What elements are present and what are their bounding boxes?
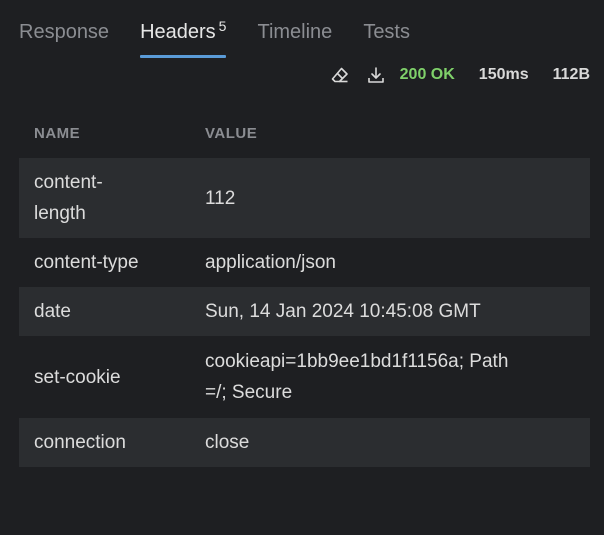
response-panel: Response Headers 5 Timeline Tests 200 OK … <box>0 0 604 535</box>
column-header-name: NAME <box>34 124 81 142</box>
table-row: date Sun, 14 Jan 2024 10:45:08 GMT <box>19 287 590 336</box>
table-row: connection close <box>19 418 590 467</box>
response-time: 150ms <box>478 66 529 83</box>
header-name: set-cookie <box>34 366 121 388</box>
column-header-value: VALUE <box>205 124 258 142</box>
header-name: connection <box>19 418 190 467</box>
table-header-row: NAME VALUE <box>19 110 590 158</box>
header-name: content-type <box>34 252 139 273</box>
header-name-text: content-length <box>34 172 103 224</box>
header-value: close <box>190 418 590 467</box>
status-code: 200 OK <box>399 66 455 83</box>
header-name: date <box>19 287 190 336</box>
header-value: cookieapi=1bb9ee1bd1f1156a; Path =/; Secu… <box>190 336 590 418</box>
tab-timeline[interactable]: Timeline <box>257 20 332 58</box>
tab-response[interactable]: Response <box>19 20 109 58</box>
response-tabs: Response Headers 5 Timeline Tests <box>19 0 590 62</box>
header-value-text: cookieapi=1bb9ee1bd1f1156a; Path =/; Secu… <box>205 351 509 403</box>
response-size: 112B <box>552 66 590 83</box>
table-row: content-length 112 <box>19 158 590 238</box>
tab-headers[interactable]: Headers 5 <box>140 18 227 58</box>
headers-table: NAME VALUE content-length 112 content-ty… <box>19 110 590 467</box>
table-row: set-cookie cookieapi=1bb9ee1bd1f1156a; P… <box>19 336 590 418</box>
header-value: Sun, 14 Jan 2024 10:45:08 GMT <box>190 287 590 336</box>
status-bar: 200 OK 150ms 112B <box>19 62 590 88</box>
tab-headers-label: Headers <box>140 21 216 43</box>
headers-count-badge: 5 <box>218 18 227 34</box>
eraser-icon[interactable] <box>330 65 350 85</box>
download-icon[interactable] <box>366 65 386 85</box>
header-value: application/json <box>205 252 336 273</box>
header-name: content-length <box>19 158 190 238</box>
tab-tests[interactable]: Tests <box>363 20 410 58</box>
table-row: content-type application/json <box>19 238 590 287</box>
header-value: 112 <box>190 158 590 238</box>
